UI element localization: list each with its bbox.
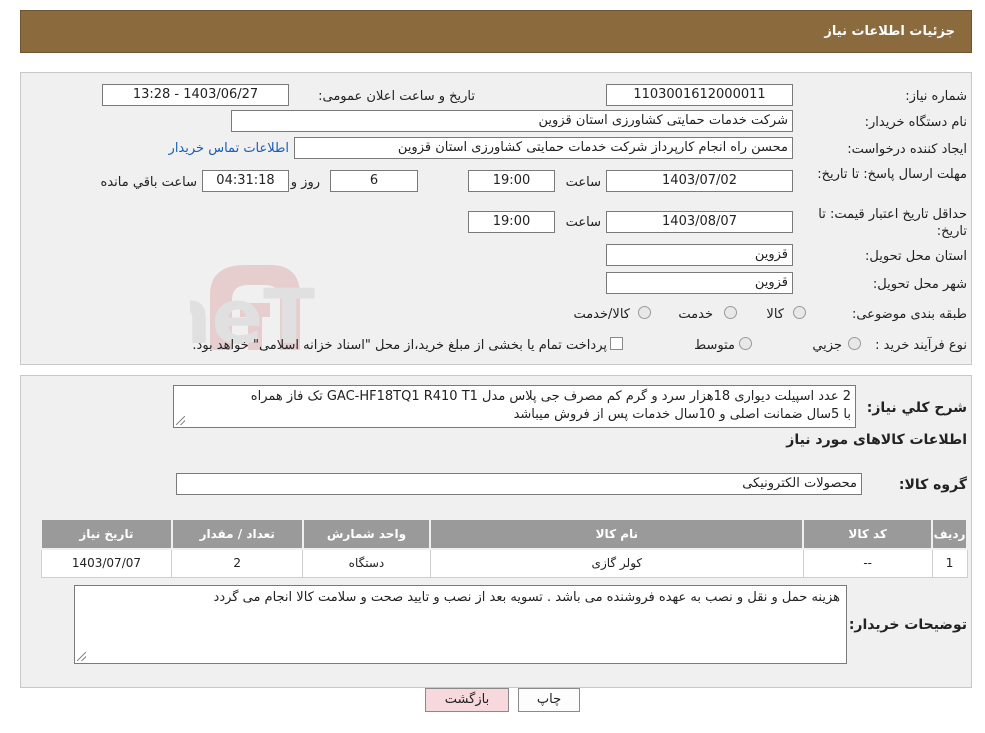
city-label: شهر محل تحویل: <box>872 277 967 292</box>
process-radio-minor[interactable] <box>848 337 861 350</box>
days-field: 6 <box>330 170 418 192</box>
deadline-label: مهلت ارسال پاسخ: تا تاریخ: <box>817 167 967 182</box>
table-header-row: ردیف کد کالا نام کالا واحد شمارش تعداد /… <box>40 518 968 550</box>
cell-code: -- <box>802 548 933 578</box>
city-field: قزوین <box>606 272 793 294</box>
page-header: جزئیات اطلاعات نیاز <box>20 10 972 53</box>
process-note: پرداخت تمام یا بخشی از مبلغ خرید،از محل … <box>192 338 607 353</box>
buyer-org-field: شرکت خدمات حمایتی کشاورزی استان قزوین <box>231 110 793 132</box>
description-label: شرح كلي نياز: <box>866 400 967 416</box>
category-radio-service[interactable] <box>724 306 737 319</box>
creator-field: محسن راه انجام کارپرداز شرکت خدمات حمایت… <box>294 137 793 159</box>
buyer-notes-textarea[interactable]: هزینه حمل و نقل و نصب به عهده فروشنده می… <box>74 585 847 664</box>
resize-grip-icon[interactable] <box>77 652 86 661</box>
announce-field: 1403/06/27 - 13:28 <box>102 84 289 106</box>
validity-time-field: 19:00 <box>468 211 555 233</box>
cell-name: کولر گازی <box>429 548 804 578</box>
col-header-name: نام کالا <box>429 518 805 550</box>
category-option-both: کالا/خدمت <box>573 307 630 322</box>
col-header-row-number: ردیف <box>931 518 968 550</box>
process-option-medium: متوسط <box>694 338 735 353</box>
validity-label: حداقل تاریخ اعتبار قیمت: تا تاریخ: <box>818 207 967 239</box>
page-title: جزئیات اطلاعات نیاز <box>824 24 955 39</box>
deadline-date-field: 1403/07/02 <box>606 170 793 192</box>
need-number-field: 1103001612000011 <box>606 84 793 106</box>
remaining-label: ساعت باقي مانده <box>100 175 197 190</box>
creator-label: ایجاد کننده درخواست: <box>847 142 967 157</box>
description-line-2: با 5سال ضمانت اصلی و 10سال خدمات پس از ف… <box>513 407 851 422</box>
category-option-service: خدمت <box>678 307 713 322</box>
contact-info-link[interactable]: اطلاعات تماس خریدار <box>169 141 289 156</box>
back-button[interactable]: بازگشت <box>425 688 509 712</box>
cell-date: 1403/07/07 <box>40 548 173 578</box>
province-label: استان محل تحویل: <box>865 249 967 264</box>
deadline-time-field: 19:00 <box>468 170 555 192</box>
cell-unit: دستگاه <box>302 548 431 578</box>
buyer-org-label: نام دستگاه خریدار: <box>864 115 967 130</box>
buyer-notes-label: توضیحات خریدار: <box>848 617 967 633</box>
col-header-quantity: تعداد / مقدار <box>170 518 304 550</box>
table-row: 1 -- کولر گازی دستگاه 2 1403/07/07 <box>40 548 968 578</box>
goods-group-field: محصولات الکترونیکی <box>176 473 862 495</box>
cell-row-number: 1 <box>931 548 968 578</box>
validity-date-field: 1403/08/07 <box>606 211 793 233</box>
announce-label: تاریخ و ساعت اعلان عمومی: <box>318 89 475 104</box>
goods-group-label: گروه کالا: <box>898 477 967 493</box>
category-radio-goods[interactable] <box>793 306 806 319</box>
treasury-checkbox[interactable] <box>610 337 623 350</box>
process-label: نوع فرآیند خرید : <box>875 338 967 353</box>
process-option-minor: جزیي <box>812 338 842 353</box>
category-radio-both[interactable] <box>638 306 651 319</box>
goods-section-title: اطلاعات کالاهای مورد نیاز <box>786 432 967 448</box>
category-label: طبقه بندی موضوعی: <box>851 307 967 322</box>
col-header-code: کد کالا <box>802 518 934 550</box>
process-radio-medium[interactable] <box>739 337 752 350</box>
description-line-1: 2 عدد اسپیلت دیواری 18هزار سرد و گرم کم … <box>250 389 851 404</box>
validity-time-label: ساعت <box>565 215 601 230</box>
col-header-date: تاریخ نیاز <box>40 518 173 550</box>
cell-quantity: 2 <box>171 548 304 578</box>
items-table: ردیف کد کالا نام کالا واحد شمارش تعداد /… <box>40 518 968 578</box>
category-option-goods: کالا <box>766 307 784 322</box>
buyer-notes-text: هزینه حمل و نقل و نصب به عهده فروشنده می… <box>213 590 840 605</box>
col-header-unit: واحد شمارش <box>301 518 432 550</box>
remaining-field: 04:31:18 <box>202 170 289 192</box>
days-label: روز و <box>290 175 320 190</box>
print-button[interactable]: چاپ <box>518 688 580 712</box>
resize-grip-icon[interactable] <box>176 416 185 425</box>
province-field: قزوین <box>606 244 793 266</box>
description-textarea[interactable]: 2 عدد اسپیلت دیواری 18هزار سرد و گرم کم … <box>173 385 856 428</box>
deadline-time-label: ساعت <box>565 175 601 190</box>
need-number-label: شماره نیاز: <box>905 89 967 104</box>
